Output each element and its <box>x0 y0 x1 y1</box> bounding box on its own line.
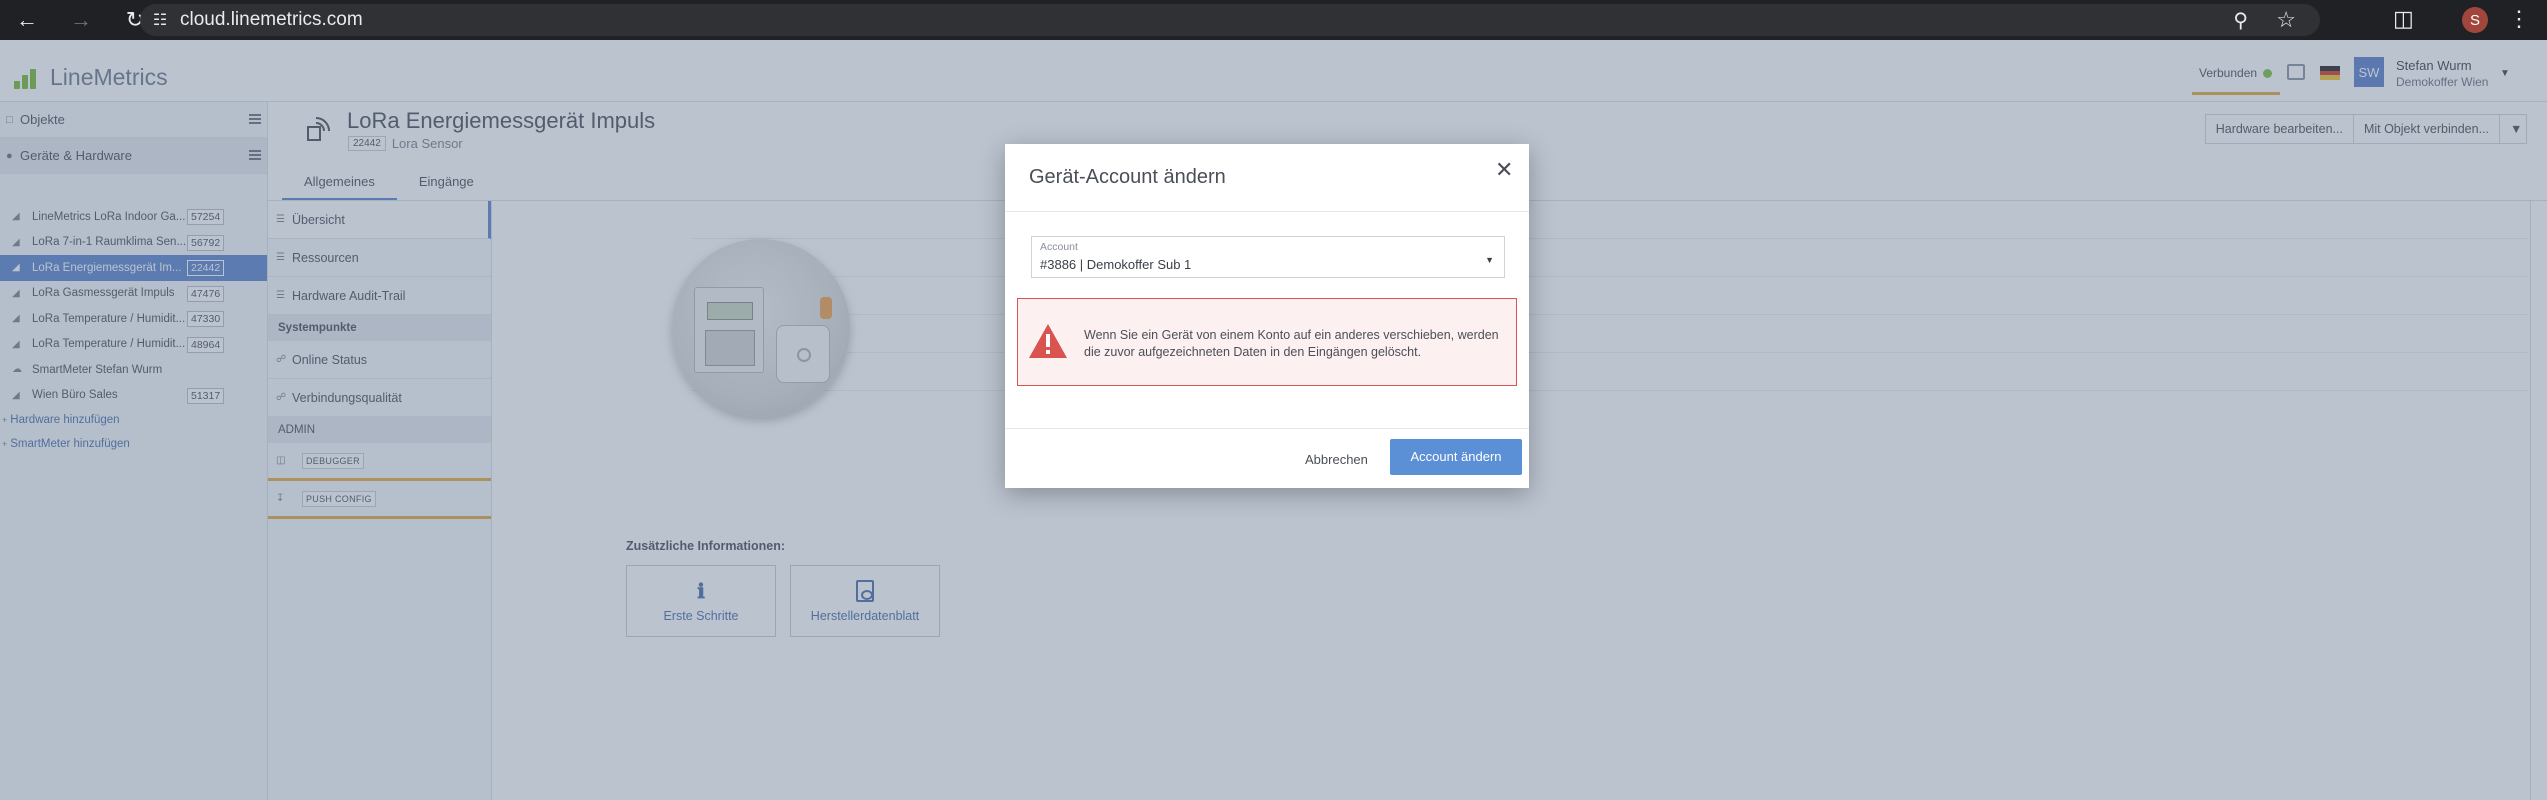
dialog-header: Gerät-Account ändern ✕ <box>1005 144 1529 212</box>
warning-icon <box>1029 324 1067 358</box>
site-info-icon[interactable]: ☷ <box>140 10 180 30</box>
profile-avatar[interactable]: S <box>2462 7 2488 33</box>
change-account-dialog: Gerät-Account ändern ✕ Account #3886 | D… <box>1005 144 1529 488</box>
back-icon[interactable]: ← <box>0 0 54 40</box>
bookmark-star-icon[interactable]: ☆ <box>2276 7 2296 33</box>
change-account-button[interactable]: Account ändern <box>1390 439 1522 475</box>
warning-alert: Wenn Sie ein Gerät von einem Konto auf e… <box>1017 298 1517 386</box>
dialog-footer: Abbrechen Account ändern <box>1005 428 1529 488</box>
warning-text: Wenn Sie ein Gerät von einem Konto auf e… <box>1084 328 1499 359</box>
url-text: cloud.linemetrics.com <box>180 9 363 30</box>
zoom-icon[interactable]: ⚲ <box>2233 8 2248 33</box>
account-select[interactable]: Account #3886 | Demokoffer Sub 1 ▼ <box>1031 236 1505 278</box>
close-icon[interactable]: ✕ <box>1495 159 1513 181</box>
cancel-button[interactable]: Abbrechen <box>1295 443 1378 477</box>
dialog-body: Account #3886 | Demokoffer Sub 1 ▼ Wenn … <box>1005 212 1529 428</box>
field-label: Account <box>1040 241 1078 253</box>
extensions-icon[interactable]: ◫ <box>2393 6 2414 32</box>
browser-toolbar: ← → ↻ ☷ cloud.linemetrics.com ⚲ ☆ ◫ S ⋮ <box>0 0 2547 40</box>
address-bar[interactable]: ☷ cloud.linemetrics.com ⚲ ☆ <box>140 4 2320 36</box>
browser-menu-icon[interactable]: ⋮ <box>2508 6 2530 32</box>
forward-icon[interactable]: → <box>54 0 108 40</box>
chevron-down-icon[interactable]: ▼ <box>1485 255 1494 265</box>
field-value: #3886 | Demokoffer Sub 1 <box>1040 257 1192 272</box>
dialog-title: Gerät-Account ändern <box>1029 166 1226 188</box>
